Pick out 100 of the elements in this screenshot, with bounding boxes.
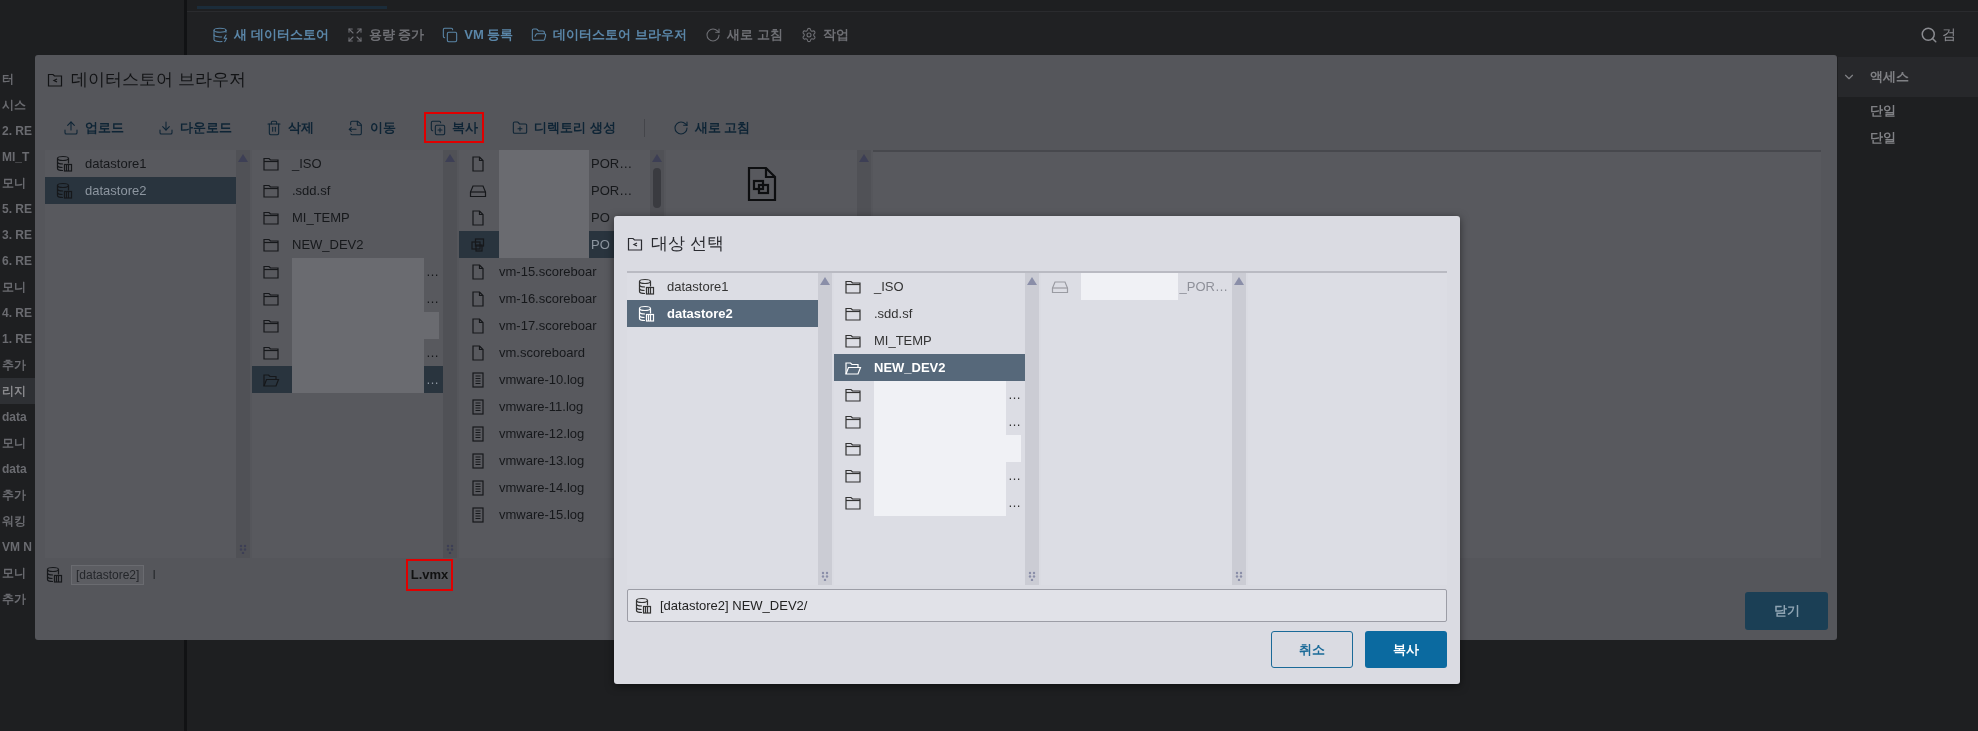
file-name: vmware-14.log: [499, 478, 585, 497]
scroll-up-icon[interactable]: [820, 277, 830, 285]
list-item[interactable]: .sdd.sf: [834, 300, 1025, 327]
expand-icon: [346, 26, 363, 43]
file-name: …: [426, 370, 439, 389]
list-item[interactable]: _ISO: [834, 273, 1025, 300]
table-cell-text: 단일: [1870, 128, 1896, 147]
file-name: _ISO: [292, 154, 322, 173]
list-item[interactable]: MI_TEMP: [834, 327, 1025, 354]
path-field[interactable]: [datastore2] NEW_DEV2/: [627, 589, 1447, 622]
file-name: datastore2: [667, 304, 733, 323]
scrollbar[interactable]: [1232, 273, 1246, 585]
refresh-icon: [705, 26, 721, 43]
search-icon[interactable]: [1920, 25, 1938, 44]
file-name: _ISO: [874, 277, 904, 296]
list-item[interactable]: vmware-13.log: [459, 447, 650, 474]
list-item[interactable]: vmware-10.log: [459, 366, 650, 393]
toolbar-button[interactable]: 새로 고침: [666, 111, 757, 144]
list-item[interactable]: .sdd.sf: [252, 177, 443, 204]
toolbar-button[interactable]: 업로드: [57, 111, 130, 144]
list-item[interactable]: datastore1: [45, 150, 236, 177]
log-file-icon: [469, 478, 487, 497]
list-item[interactable]: datastore2: [627, 300, 818, 327]
file-icon: [469, 262, 487, 281]
list-item[interactable]: …: [252, 339, 443, 366]
folder-icon: [531, 26, 548, 43]
file-name: _POR…: [1179, 277, 1228, 296]
secondary-button[interactable]: 취소: [1271, 631, 1353, 668]
list-item[interactable]: _ISO: [252, 150, 443, 177]
toolbar-button[interactable]: 삭제: [260, 111, 320, 144]
file-name: vmware-15.log: [499, 505, 585, 524]
scroll-up-icon[interactable]: [1234, 277, 1244, 285]
datastore-icon: [634, 596, 652, 615]
file-name: vm.scoreboard: [499, 343, 585, 362]
file-icon: [469, 208, 487, 227]
resize-grip-icon[interactable]: [1027, 571, 1037, 581]
list-item[interactable]: MI_TEMP: [252, 204, 443, 231]
list-item[interactable]: …: [252, 285, 443, 312]
scrollbar[interactable]: [236, 150, 250, 558]
file-name: …: [1008, 385, 1021, 404]
toolbar-button[interactable]: 데이터스토어 브라우저: [531, 24, 687, 45]
file-name: PO: [591, 235, 610, 254]
column-header[interactable]: 액세스: [1870, 67, 1909, 87]
toolbar-button[interactable]: 새 데이터스토어: [212, 24, 329, 45]
toolbar-button[interactable]: VM 등록: [442, 24, 514, 45]
datastore-icon: [637, 304, 655, 323]
selected-file-name: L.vmx: [405, 559, 454, 591]
scroll-up-icon[interactable]: [1027, 277, 1037, 285]
list-item[interactable]: vmware-11.log: [459, 393, 650, 420]
scrollbar[interactable]: [1025, 273, 1039, 585]
toolbar-button[interactable]: 디렉토리 생성: [506, 111, 622, 144]
file-name: .sdd.sf: [874, 304, 913, 323]
search-field[interactable]: 검: [1942, 24, 1956, 45]
resize-grip-icon[interactable]: [1234, 571, 1244, 581]
path-chip: [datastore2]: [71, 565, 145, 585]
refresh-icon: [672, 119, 689, 136]
file-name: PO: [591, 208, 610, 227]
file-name: …: [1008, 412, 1021, 431]
primary-button[interactable]: 복사: [1365, 631, 1447, 668]
list-item[interactable]: …: [834, 381, 1025, 408]
list-item[interactable]: vmware-15.log: [459, 501, 650, 528]
file-name: datastore1: [85, 154, 147, 173]
close-button[interactable]: 닫기: [1745, 592, 1828, 630]
file-name: vmware-11.log: [499, 397, 584, 416]
list-item[interactable]: NEW_DEV2: [252, 231, 443, 258]
list-item[interactable]: …: [252, 258, 443, 285]
file-name: MI_TEMP: [292, 208, 350, 227]
datastore-icon: [55, 181, 73, 200]
file-name: POR…: [591, 154, 633, 173]
resize-grip-icon[interactable]: [820, 571, 830, 581]
log-file-icon: [469, 370, 487, 389]
list-item[interactable]: vmware-12.log: [459, 420, 650, 447]
file-arrow-icon: [348, 119, 364, 136]
file-name: …: [426, 343, 439, 362]
log-file-icon: [469, 397, 487, 416]
list-item[interactable]: POR…: [459, 150, 650, 177]
list-item[interactable]: …: [834, 408, 1025, 435]
list-item[interactable]: PO: [459, 204, 650, 231]
list-item[interactable]: …: [252, 366, 443, 393]
list-item[interactable]: vm.scoreboard: [459, 339, 650, 366]
scrollbar[interactable]: [818, 273, 832, 585]
list-item[interactable]: …: [834, 462, 1025, 489]
list-item[interactable]: NEW_DEV2: [834, 354, 1025, 381]
file-name: NEW_DEV2: [292, 235, 364, 254]
file-name: MI_TEMP: [874, 331, 932, 350]
datastore-icon: [45, 566, 63, 584]
toolbar-button[interactable]: 복사: [424, 111, 484, 144]
list-item[interactable]: POR…: [459, 177, 650, 204]
trash-icon: [266, 119, 282, 136]
list-item[interactable]: vmware-14.log: [459, 474, 650, 501]
scrollbar[interactable]: [443, 150, 457, 558]
vm-files-icon: [469, 235, 487, 254]
toolbar-button[interactable]: 이동: [342, 111, 402, 144]
list-item[interactable]: datastore2: [45, 177, 236, 204]
dialog-title: 데이터스토어 브라우저: [71, 69, 246, 92]
file-name: datastore1: [667, 277, 729, 296]
list-item[interactable]: …: [834, 489, 1025, 516]
file-name: vmware-12.log: [499, 424, 585, 443]
add-datastore-icon: [212, 26, 228, 43]
toolbar-button[interactable]: 다운로드: [152, 111, 238, 144]
